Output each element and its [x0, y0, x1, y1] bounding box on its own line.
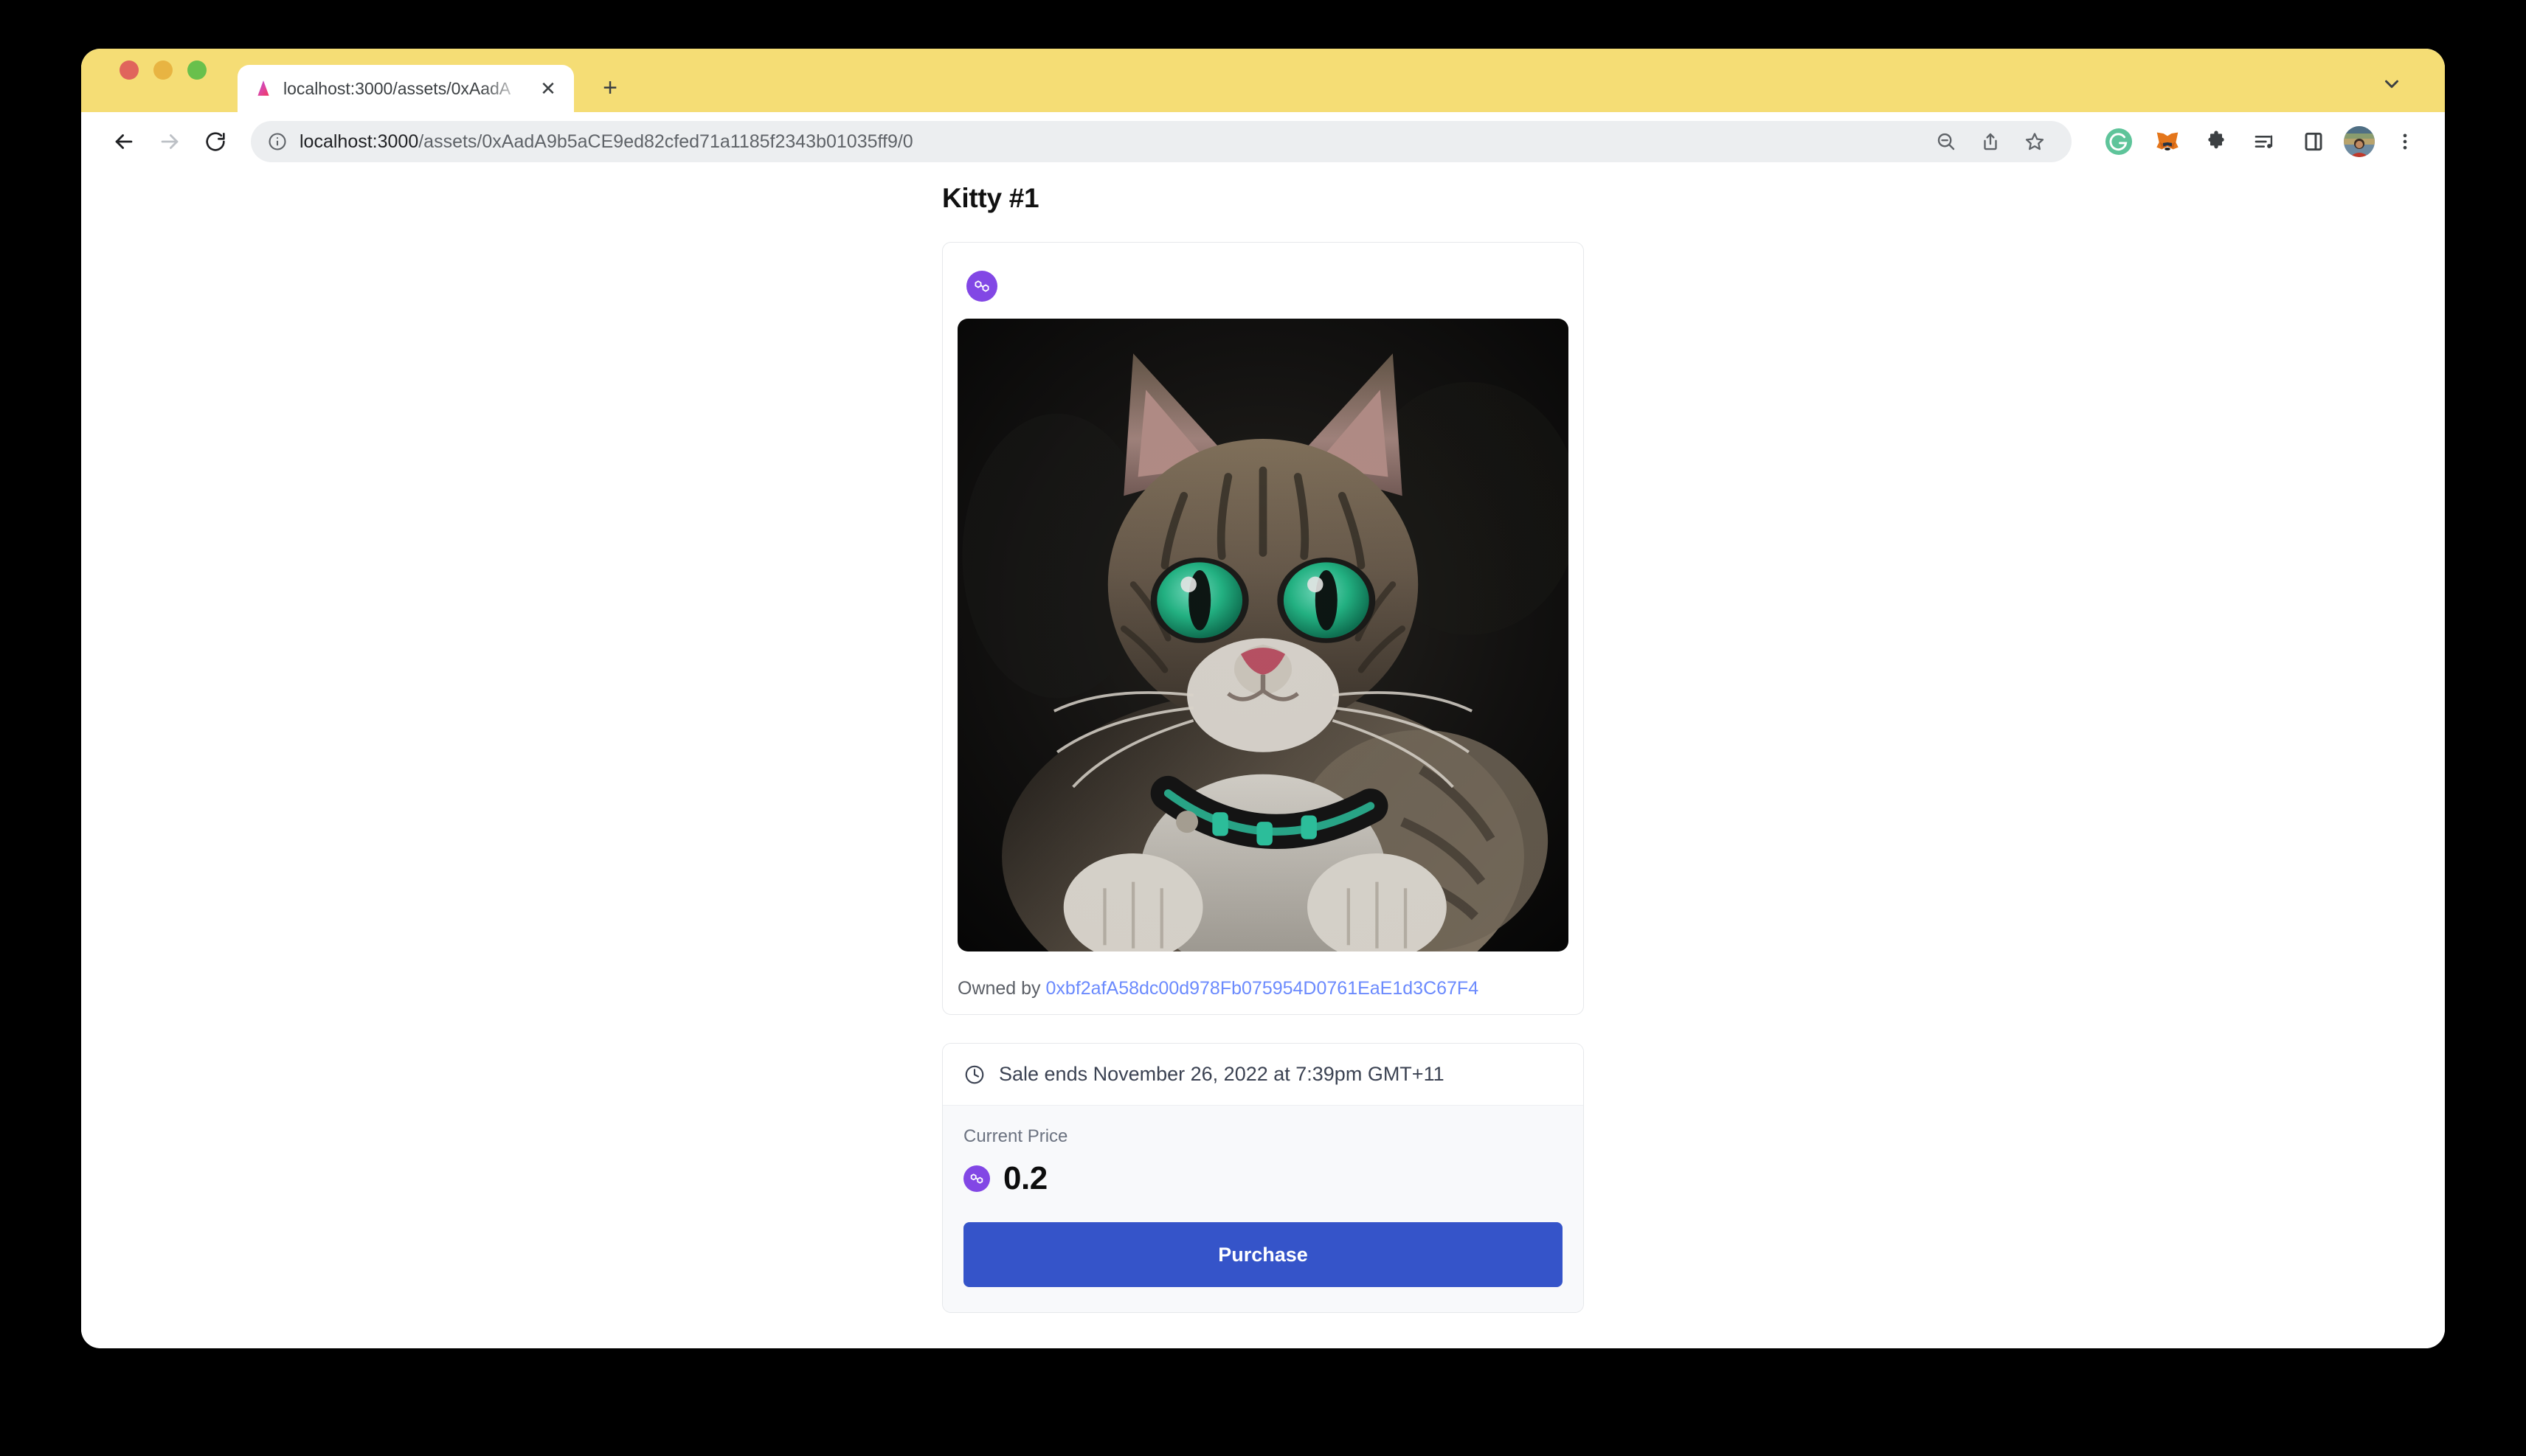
content-column: Kitty #1 Owned by 0xbf2afA58dc00d978Fb07…: [942, 171, 1584, 1313]
forward-arrow-icon: [149, 121, 190, 162]
price-row: 0.2: [963, 1160, 1563, 1197]
browser-window: localhost:3000/assets/0xAadA ✕ + localho…: [81, 49, 2445, 1348]
window-maximize-button[interactable]: [187, 60, 207, 80]
address-bar-url: localhost:3000/assets/0xAadA9b5aCE9ed82c…: [300, 131, 913, 153]
page-title: Kitty #1: [942, 183, 1039, 213]
site-info-icon[interactable]: [267, 131, 288, 152]
page-content: Kitty #1 Owned by 0xbf2afA58dc00d978Fb07…: [81, 171, 2445, 1348]
price-label: Current Price: [963, 1126, 1068, 1146]
chevron-down-icon[interactable]: [2378, 71, 2405, 97]
browser-toolbar: localhost:3000/assets/0xAadA9b5aCE9ed82c…: [81, 112, 2445, 171]
owner-address-link[interactable]: 0xbf2afA58dc00d978Fb075954D0761EaE1d3C67…: [1046, 978, 1479, 999]
clock-icon: [965, 1065, 984, 1084]
window-close-button[interactable]: [120, 60, 139, 80]
window-controls: [103, 49, 207, 112]
three-dot-menu-icon[interactable]: [2384, 121, 2426, 162]
window-minimize-button[interactable]: [153, 60, 173, 80]
close-icon[interactable]: ✕: [536, 76, 561, 101]
price-section: Current Price 0.2 Purchase: [943, 1106, 1583, 1312]
extension-icons: [2098, 121, 2334, 162]
sale-ends-row: Sale ends November 26, 2022 at 7:39pm GM…: [943, 1044, 1583, 1106]
grammarly-icon[interactable]: [2098, 121, 2139, 162]
cat-photo: [958, 319, 1568, 951]
browser-tab[interactable]: localhost:3000/assets/0xAadA ✕: [238, 65, 574, 112]
nextjs-triangle-icon: [257, 80, 269, 96]
purchase-button[interactable]: Purchase: [963, 1222, 1563, 1287]
new-tab-button[interactable]: +: [595, 72, 626, 103]
owner-prefix: Owned by: [958, 978, 1041, 999]
tab-title: localhost:3000/assets/0xAadA: [283, 78, 511, 98]
bookmark-star-icon[interactable]: [2014, 121, 2055, 162]
sale-card: Sale ends November 26, 2022 at 7:39pm GM…: [942, 1043, 1584, 1313]
profile-avatar[interactable]: [2339, 121, 2380, 162]
extensions-puzzle-icon[interactable]: [2195, 121, 2237, 162]
reload-icon[interactable]: [195, 121, 236, 162]
asset-image: [958, 319, 1568, 951]
sale-ends-text: Sale ends November 26, 2022 at 7:39pm GM…: [999, 1063, 1444, 1085]
tab-strip: localhost:3000/assets/0xAadA ✕ +: [81, 49, 2445, 112]
side-panel-icon[interactable]: [2293, 121, 2334, 162]
omnibox-actions: [1925, 121, 2055, 162]
polygon-icon: [963, 1165, 990, 1192]
share-icon[interactable]: [1970, 121, 2011, 162]
owner-line: Owned by 0xbf2afA58dc00d978Fb075954D0761…: [958, 978, 1568, 999]
url-path: /assets/0xAadA9b5aCE9ed82cfed71a1185f234…: [418, 131, 913, 152]
polygon-icon: [966, 271, 997, 302]
asset-card: Owned by 0xbf2afA58dc00d978Fb075954D0761…: [942, 242, 1584, 1015]
reading-list-icon[interactable]: [2244, 121, 2285, 162]
back-arrow-icon[interactable]: [103, 121, 145, 162]
price-value: 0.2: [1003, 1160, 1048, 1196]
zoom-out-icon[interactable]: [1925, 121, 1967, 162]
metamask-fox-icon[interactable]: [2147, 121, 2188, 162]
address-bar[interactable]: localhost:3000/assets/0xAadA9b5aCE9ed82c…: [251, 121, 2072, 162]
url-host: localhost:3000: [300, 131, 419, 152]
